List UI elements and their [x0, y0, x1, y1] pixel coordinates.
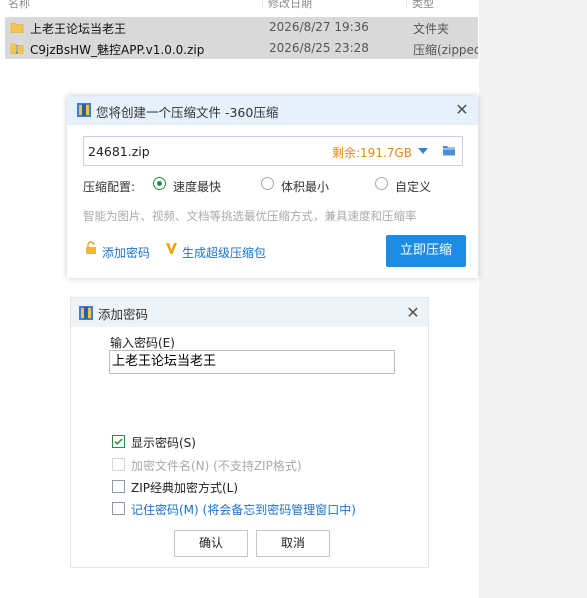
- show-password-label[interactable]: 显示密码(S): [131, 434, 196, 451]
- archive-path-field[interactable]: 24681.zip 剩余:191.7GB: [83, 136, 463, 166]
- file-type: 压缩(zipped: [413, 43, 478, 57]
- confirm-button[interactable]: 确认: [174, 530, 248, 557]
- super-v-icon[interactable]: [165, 242, 178, 255]
- chevron-down-icon[interactable]: [417, 146, 429, 156]
- compress-dialog: 您将创建一个压缩文件 -360压缩 ✕ 24681.zip 剩余:191.7GB…: [67, 96, 478, 278]
- radio-size-smallest[interactable]: [261, 177, 274, 190]
- compress-dialog-title-bar[interactable]: 您将创建一个压缩文件 -360压缩 ✕: [67, 96, 478, 125]
- radio-custom[interactable]: [375, 177, 388, 190]
- show-password-checkbox[interactable]: [112, 435, 125, 448]
- zip-folder-icon: [10, 43, 24, 54]
- add-password-link[interactable]: 添加密码: [102, 244, 150, 261]
- column-header-date[interactable]: 修改日期: [268, 0, 312, 11]
- option-custom-label[interactable]: 自定义: [395, 178, 431, 195]
- column-divider[interactable]: [406, 0, 407, 7]
- folder-icon: [10, 22, 24, 33]
- 360zip-app-icon: [77, 103, 91, 117]
- cancel-button[interactable]: 取消: [256, 530, 330, 557]
- password-input[interactable]: 上老王论坛当老王: [109, 350, 395, 374]
- encrypt-filenames-checkbox[interactable]: [112, 458, 125, 471]
- option-speed-fastest-label[interactable]: 速度最快: [173, 178, 221, 195]
- lock-icon[interactable]: [84, 241, 98, 255]
- close-icon[interactable]: ✕: [454, 102, 470, 118]
- file-date: 2026/8/25 23:28: [269, 41, 369, 55]
- super-compress-link[interactable]: 生成超级压缩包: [182, 244, 266, 261]
- column-header-type[interactable]: 类型: [412, 0, 434, 11]
- column-divider[interactable]: [262, 0, 263, 7]
- remember-password-checkbox[interactable]: [112, 502, 125, 515]
- file-row-folder[interactable]: 上老王论坛当老王 2026/8/27 19:36 文件夹: [5, 17, 478, 38]
- column-header-row: 名称 修改日期 类型: [0, 0, 479, 10]
- checkmark-icon: [114, 438, 123, 445]
- free-space-label: 剩余:191.7GB: [332, 146, 412, 160]
- file-name: C9jzBsHW_魅控APP.v1.0.0.zip: [30, 43, 205, 57]
- zip-classic-encryption-checkbox[interactable]: [112, 480, 125, 493]
- compress-config-label: 压缩配置:: [83, 180, 136, 194]
- compress-dialog-title: 您将创建一个压缩文件 -360压缩: [96, 105, 279, 120]
- file-type: 文件夹: [413, 22, 450, 36]
- option-size-smallest-label[interactable]: 体积最小: [281, 178, 329, 195]
- column-header-name[interactable]: 名称: [8, 0, 30, 11]
- password-dialog: 添加密码 ✕ 输入密码(E) 上老王论坛当老王 显示密码(S) 加密文件名(N)…: [70, 297, 429, 568]
- archive-filename[interactable]: 24681.zip: [88, 144, 150, 159]
- 360zip-app-icon: [79, 306, 93, 320]
- compress-hint-text: 智能为图片、视频、文档等挑选最优压缩方式，兼具速度和压缩率: [83, 209, 417, 223]
- remember-password-label[interactable]: 记住密码(M) (将会备忘到密码管理窗口中): [131, 501, 356, 518]
- browse-folder-icon[interactable]: [442, 144, 456, 157]
- close-icon[interactable]: ✕: [405, 305, 421, 321]
- encrypt-filenames-label: 加密文件名(N) (不支持ZIP格式): [131, 459, 302, 473]
- window-edge: [479, 0, 587, 598]
- password-dialog-title-bar[interactable]: 添加密码 ✕: [71, 298, 428, 327]
- compress-now-button[interactable]: 立即压缩: [386, 235, 466, 267]
- file-date: 2026/8/27 19:36: [269, 20, 369, 34]
- file-row-zip[interactable]: C9jzBsHW_魅控APP.v1.0.0.zip 2026/8/25 23:2…: [5, 38, 478, 59]
- radio-speed-fastest[interactable]: [153, 177, 166, 190]
- zip-classic-encryption-label[interactable]: ZIP经典加密方式(L): [131, 479, 238, 496]
- password-dialog-title: 添加密码: [98, 307, 149, 322]
- password-input-label: 输入密码(E): [110, 336, 175, 350]
- file-name: 上老王论坛当老王: [30, 22, 127, 36]
